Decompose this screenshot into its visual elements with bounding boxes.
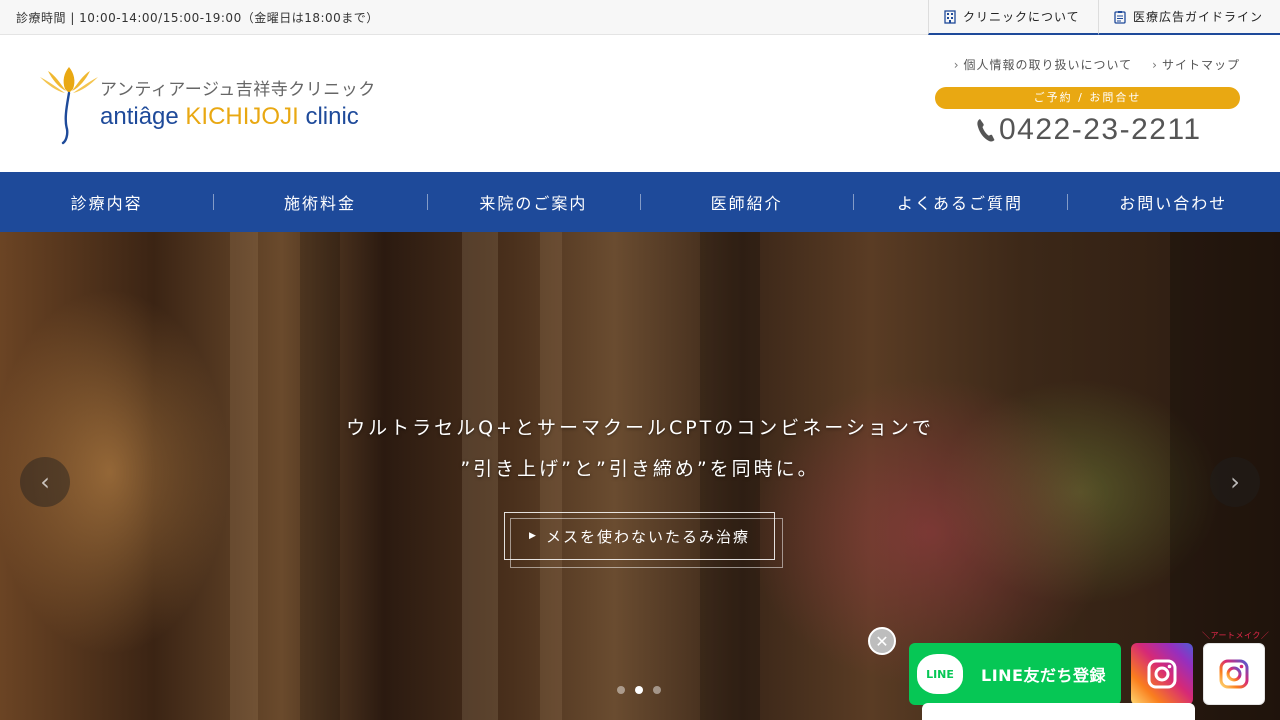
chevron-left-icon: ‹: [40, 468, 50, 496]
privacy-policy-link[interactable]: › 個人情報の取り扱いについて: [954, 56, 1132, 73]
privacy-policy-label: 個人情報の取り扱いについて: [963, 58, 1133, 72]
instagram-artmake-button[interactable]: [1203, 643, 1265, 705]
slider-prev-button[interactable]: ‹: [20, 457, 70, 507]
hero-cta-label: メスを使わないたるみ治療: [545, 527, 750, 546]
hero-headline: ウルトラセルQ+とサーマクールCPTのコンビネーションで ”引き上げ”と”引き締…: [0, 408, 1280, 490]
nav-item-contact[interactable]: お問い合わせ: [1066, 172, 1280, 232]
nav-item-services[interactable]: 診療内容: [0, 172, 213, 232]
top-bar: 診療時間 | 10:00-14:00/15:00-19:00（金曜日は18:00…: [0, 0, 1280, 35]
logo-english-name: antiâge KICHIJOJI clinic: [100, 103, 359, 131]
instagram-icon: [1219, 659, 1249, 689]
line-logo-icon: LINE: [917, 654, 963, 694]
nav-item-doctors[interactable]: 医師紹介: [639, 172, 853, 232]
logo-japanese-name: アンティアージュ吉祥寺クリニック: [100, 80, 376, 100]
slider-pagination: [617, 686, 661, 694]
header-sublinks: › 個人情報の取り扱いについて › サイトマップ: [954, 56, 1240, 73]
phone-icon: [977, 119, 995, 142]
logo-en-antiage: antiâge: [100, 103, 179, 130]
close-icon: ✕: [875, 631, 889, 651]
instagram-button[interactable]: [1131, 643, 1193, 705]
phone-number: 0422-23-2211: [999, 113, 1202, 146]
chevron-right-icon: ›: [1152, 58, 1158, 72]
hero-headline-line2: ”引き上げ”と”引き締め”を同時に。: [460, 458, 820, 480]
instagram-icon: [1147, 659, 1177, 689]
slider-dot-active[interactable]: [635, 686, 643, 694]
nav-item-pricing[interactable]: 施術料金: [213, 172, 426, 232]
ad-guideline-label: 医療広告ガイドライン: [1133, 10, 1264, 24]
sitemap-label: サイトマップ: [1161, 58, 1240, 72]
ad-guideline-link[interactable]: 医療広告ガイドライン: [1098, 0, 1280, 35]
hero-headline-line1: ウルトラセルQ+とサーマクールCPTのコンビネーションで: [346, 417, 934, 439]
site-header: アンティアージュ吉祥寺クリニック antiâge KICHIJOJI clini…: [0, 35, 1280, 172]
hero-cta-button[interactable]: ▶ メスを使わないたるみ治療: [504, 512, 783, 568]
clinic-hours: 診療時間 | 10:00-14:00/15:00-19:00（金曜日は18:00…: [16, 11, 379, 25]
slider-dot[interactable]: [653, 686, 661, 694]
global-nav: 診療内容 施術料金 来院のご案内 医師紹介 よくあるご質問 お問い合わせ: [0, 172, 1280, 232]
artmake-label: ＼アートメイク／: [1202, 631, 1270, 640]
floating-banner-peek: [922, 703, 1195, 720]
line-add-friend-label: LINE友だち登録: [981, 666, 1106, 685]
chevron-right-icon: ›: [953, 58, 960, 72]
close-floating-banner-button[interactable]: ✕: [868, 627, 896, 655]
phone-number-link[interactable]: 0422-23-2211: [975, 113, 1202, 147]
clipboard-icon: [1114, 10, 1126, 24]
nav-item-faq[interactable]: よくあるご質問: [853, 172, 1066, 232]
sitemap-link[interactable]: › サイトマップ: [1152, 56, 1240, 73]
chevron-right-icon: ›: [1230, 468, 1240, 496]
about-clinic-link[interactable]: クリニックについて: [928, 0, 1098, 35]
flower-logo-icon: [40, 67, 98, 145]
reservation-button[interactable]: ご予約 / お問合せ: [935, 87, 1240, 109]
about-clinic-label: クリニックについて: [963, 10, 1080, 24]
building-icon: [944, 9, 956, 24]
logo-en-kichijoji: KICHIJOJI: [185, 103, 299, 130]
slider-dot[interactable]: [617, 686, 625, 694]
line-add-friend-button[interactable]: LINE LINE友だち登録: [909, 643, 1121, 705]
site-logo[interactable]: アンティアージュ吉祥寺クリニック antiâge KICHIJOJI clini…: [38, 63, 375, 145]
logo-en-clinic: clinic: [305, 103, 359, 130]
slider-next-button[interactable]: ›: [1210, 457, 1260, 507]
nav-item-access[interactable]: 来院のご案内: [426, 172, 640, 232]
triangle-right-icon: ▶: [529, 531, 538, 541]
